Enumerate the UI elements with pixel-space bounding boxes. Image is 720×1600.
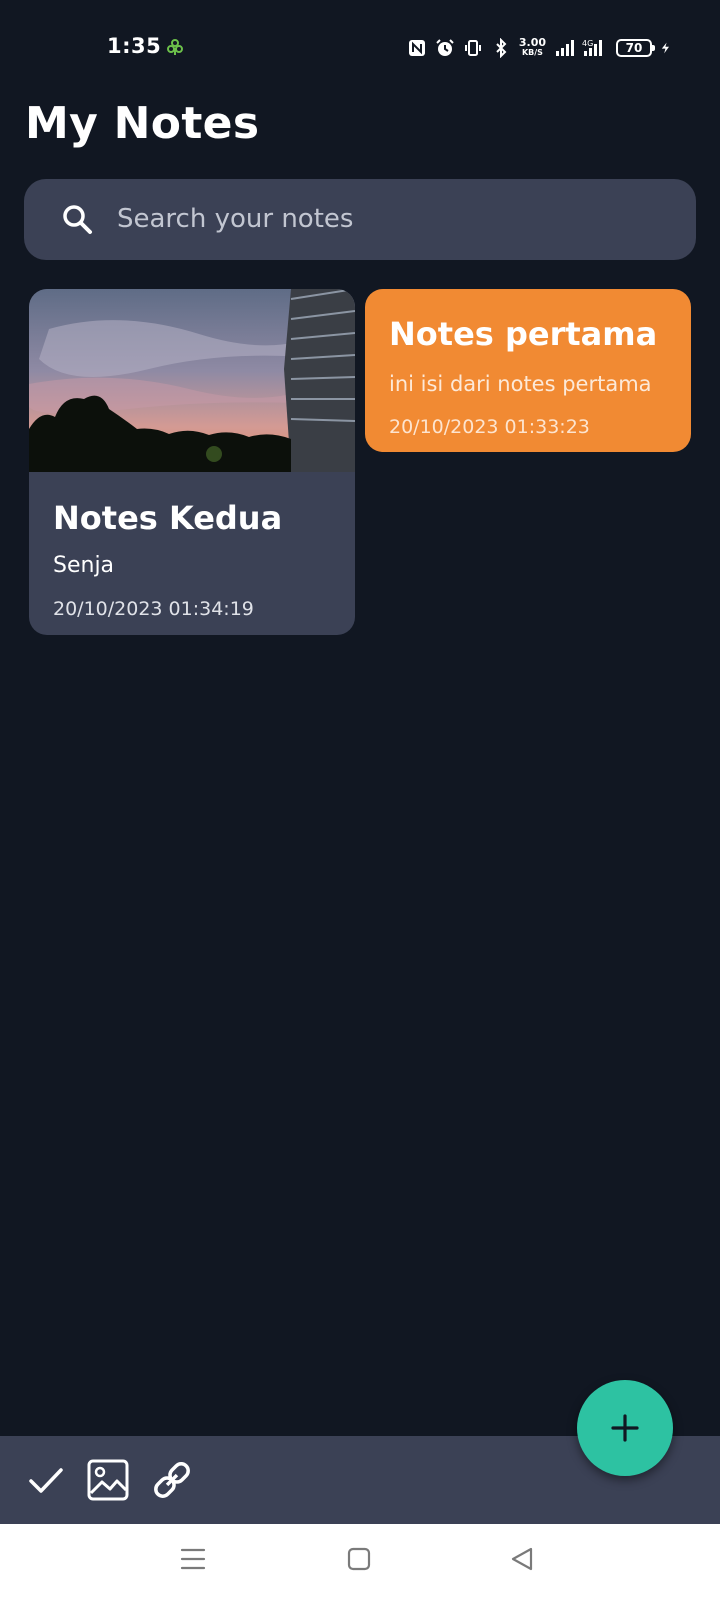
system-nav-bar [0, 1524, 720, 1600]
note-card[interactable]: Notes Kedua Senja 20/10/2023 01:34:19 [29, 289, 355, 635]
link-icon[interactable] [150, 1458, 194, 1502]
battery-level: 70 [625, 41, 643, 55]
network-speed: 3.00 KB/S [518, 36, 546, 58]
check-icon[interactable] [24, 1458, 68, 1502]
status-icons: 3.00 KB/S 4G 70 [407, 35, 672, 61]
search-input[interactable] [117, 196, 667, 242]
home-icon[interactable] [344, 1544, 374, 1574]
note-subtitle: Senja [53, 553, 115, 578]
note-card[interactable]: Notes pertama ini isi dari notes pertama… [365, 289, 691, 452]
signal-icon [556, 40, 574, 56]
page-title: My Notes [25, 98, 260, 149]
note-subtitle: ini isi dari notes pertama [389, 372, 652, 396]
nfc-icon [408, 40, 425, 56]
bluetooth-icon [496, 38, 507, 58]
add-note-button[interactable] [577, 1380, 673, 1476]
leaf-icon [167, 39, 183, 55]
vibrate-icon [464, 40, 481, 56]
network-speed-unit: KB/S [521, 48, 543, 57]
back-icon[interactable] [508, 1544, 538, 1574]
note-title: Notes Kedua [53, 499, 283, 537]
image-icon[interactable] [86, 1458, 130, 1502]
menu-icon[interactable] [178, 1544, 208, 1574]
battery-indicator: 70 [616, 39, 655, 57]
status-time: 1:35 [107, 34, 162, 58]
note-date: 20/10/2023 01:34:19 [53, 598, 254, 620]
note-image [29, 289, 355, 472]
alarm-icon [436, 39, 454, 56]
plus-icon [611, 1414, 639, 1442]
charging-icon [661, 42, 669, 54]
signal-4g-icon: 4G [582, 39, 602, 56]
status-bar: 1:35 3.00 KB/S 4G 70 [0, 0, 720, 96]
svg-text:4G: 4G [582, 39, 593, 48]
network-speed-value: 3.00 [518, 36, 546, 49]
note-title: Notes pertama [389, 315, 658, 353]
note-date: 20/10/2023 01:33:23 [389, 416, 590, 438]
search-icon [63, 205, 92, 234]
